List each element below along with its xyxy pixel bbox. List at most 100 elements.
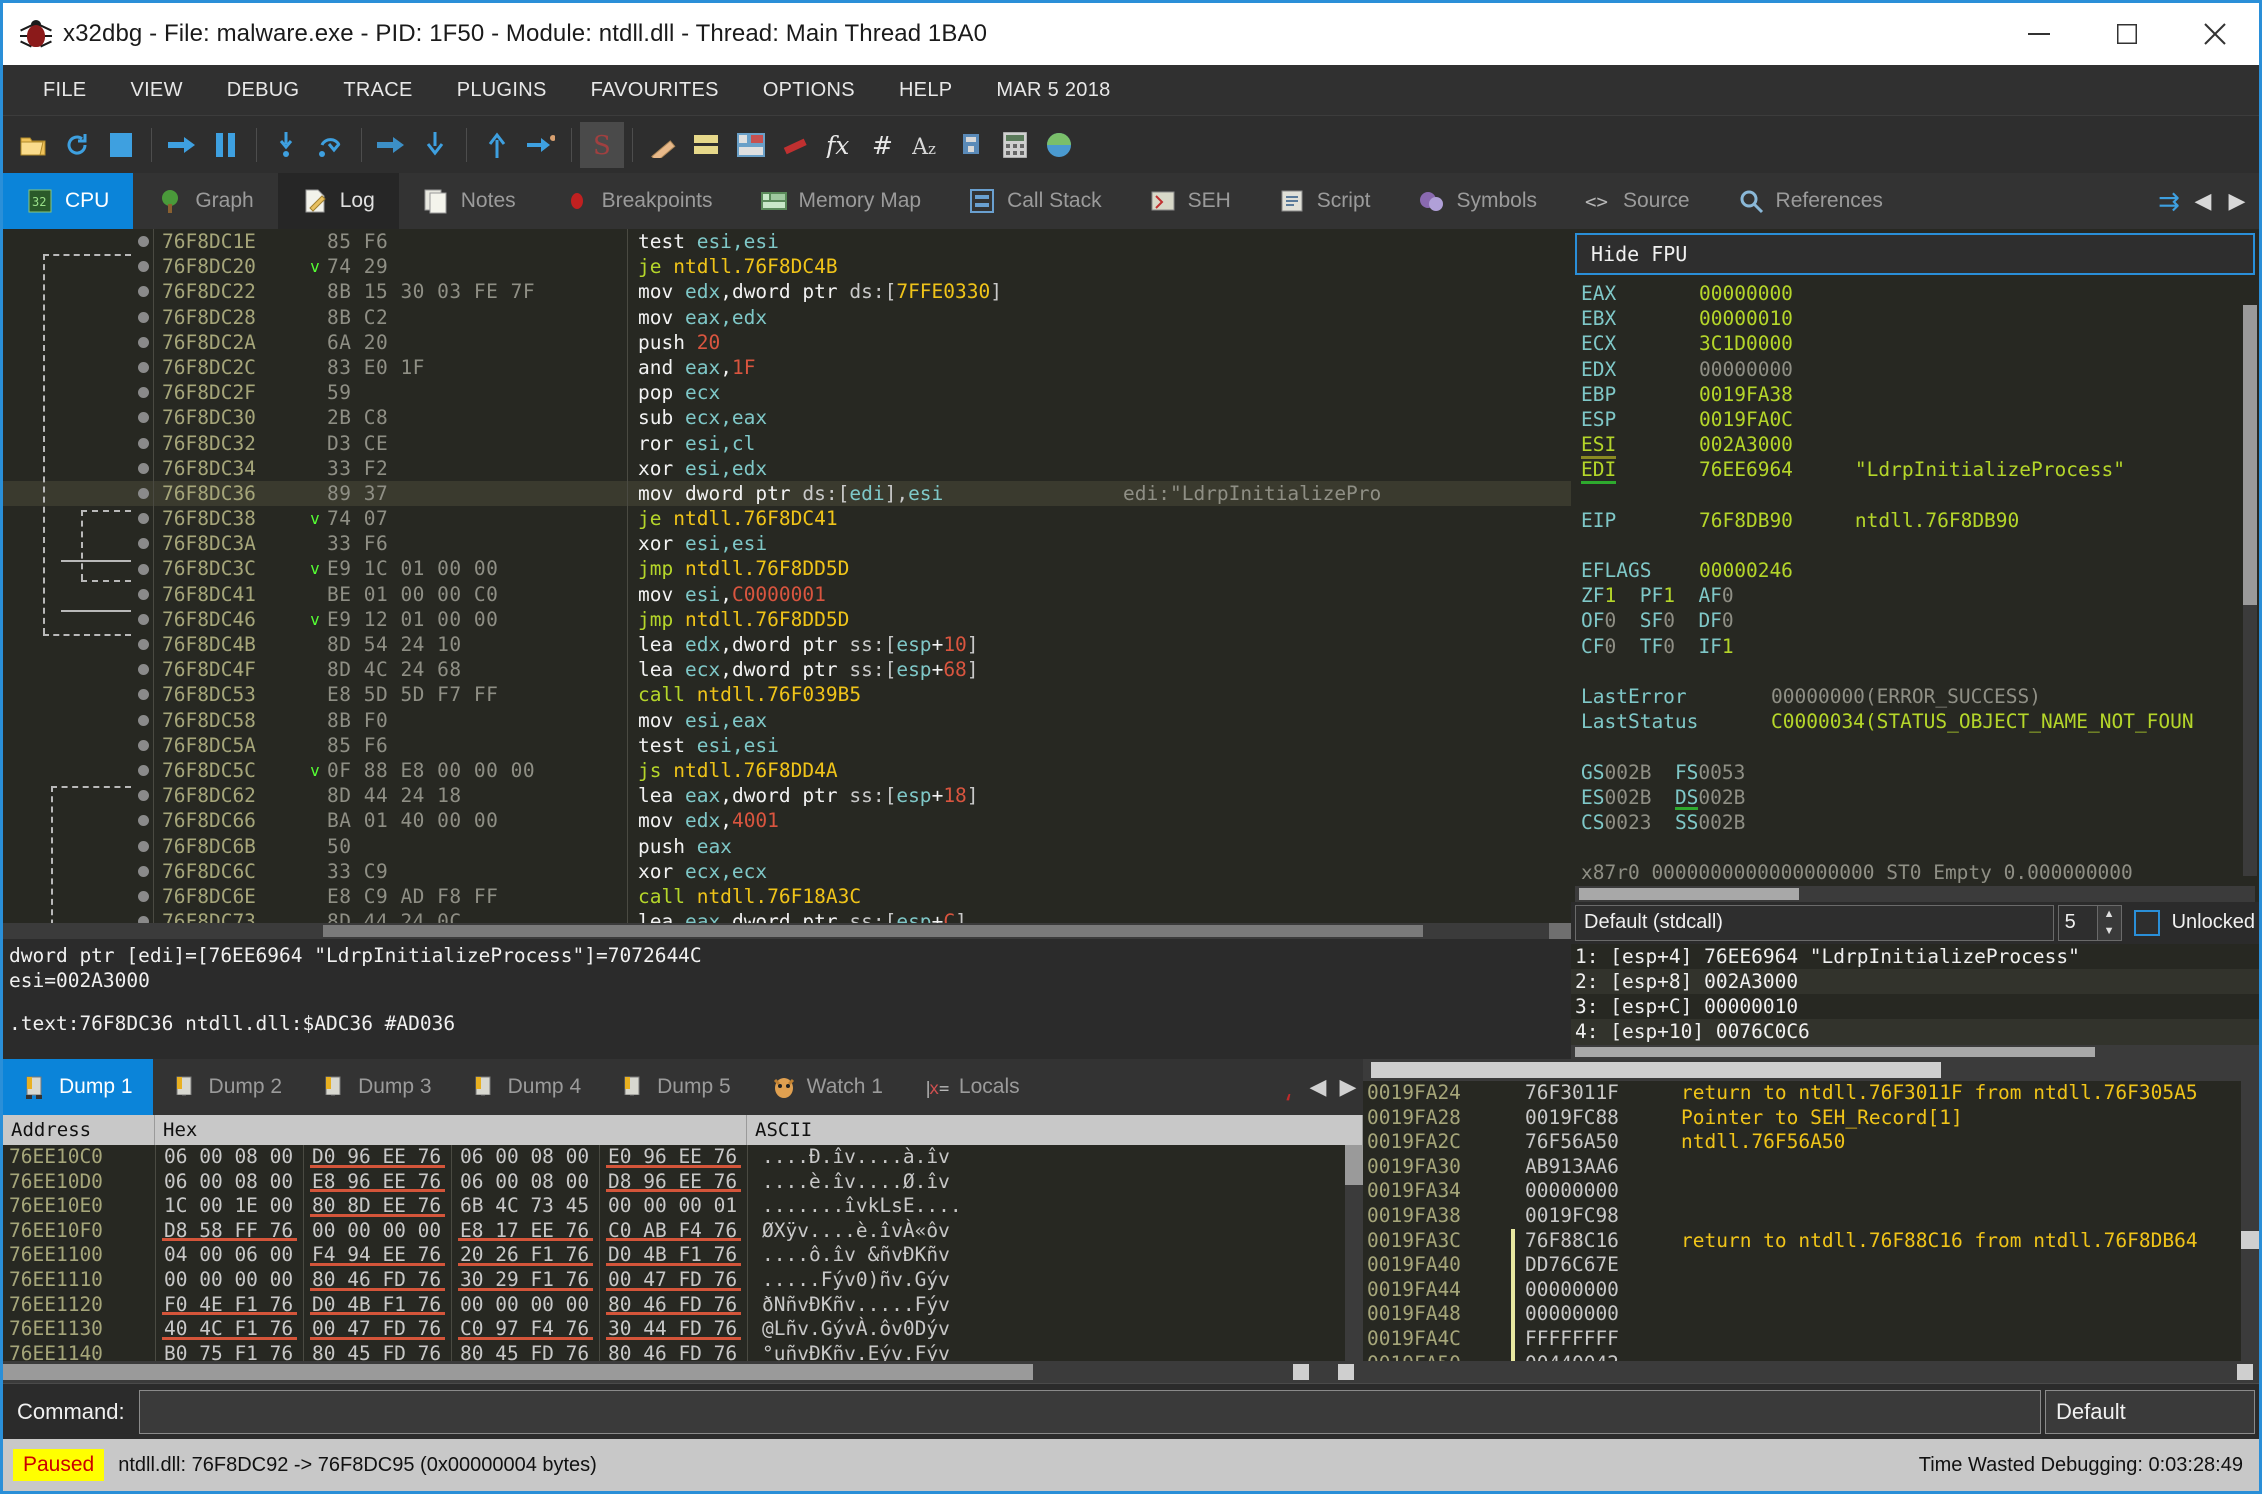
tab-references[interactable]: References bbox=[1714, 173, 1907, 229]
function-icon[interactable]: fx bbox=[817, 122, 861, 168]
registers-list[interactable]: EAX00000000EBX00000010ECX3C1D0000EDX0000… bbox=[1571, 275, 2259, 886]
disassembly-row[interactable]: 76F8DC2F59pop ecx bbox=[3, 380, 1571, 405]
register-row-eflags[interactable]: EFLAGS00000246 bbox=[1581, 558, 2259, 583]
disassembly-row[interactable]: 76F8DC66BA 01 40 00 00mov edx,4001 bbox=[3, 808, 1571, 833]
segment-value[interactable]: 0053 bbox=[1698, 760, 1745, 785]
disassembly-row[interactable]: 76F8DC41BE 01 00 00 C0mov esi,C0000001 bbox=[3, 582, 1571, 607]
disassembly-row[interactable]: 76F8DC3A33 F6xor esi,esi bbox=[3, 531, 1571, 556]
tab-memory-map[interactable]: Memory Map bbox=[737, 173, 946, 229]
register-row-ecx[interactable]: ECX3C1D0000 bbox=[1581, 331, 2259, 356]
breakpoint-dot[interactable] bbox=[133, 412, 153, 423]
dump-hex-group[interactable]: C0 97 F4 76 bbox=[451, 1317, 599, 1342]
flag-value[interactable]: 0 bbox=[1722, 583, 1734, 608]
tab-script[interactable]: Script bbox=[1255, 173, 1395, 229]
calling-convention-select[interactable]: Default (stdcall) bbox=[1575, 905, 2054, 941]
register-value[interactable]: 002A3000 bbox=[1699, 432, 1793, 457]
scroll-thumb[interactable] bbox=[1371, 1062, 1941, 1078]
dump-hex-group[interactable]: F4 94 EE 76 bbox=[303, 1243, 451, 1268]
stepper-down-icon[interactable]: ▼ bbox=[2098, 923, 2121, 940]
breakpoint-dot[interactable] bbox=[133, 614, 153, 625]
stack-value[interactable]: 0019FC98 bbox=[1519, 1204, 1669, 1229]
breakpoint-dot[interactable] bbox=[133, 261, 153, 272]
calculator-icon[interactable] bbox=[993, 122, 1037, 168]
disassembly-row[interactable]: 76F8DC3433 F2xor esi,edx bbox=[3, 456, 1571, 481]
chevron-left-icon[interactable]: ◀ bbox=[2187, 173, 2219, 229]
dump-ascii[interactable]: ØXÿv....è.îvÀ«ôv bbox=[747, 1219, 1363, 1244]
menu-plugins[interactable]: PLUGINS bbox=[435, 73, 569, 108]
registers-scrollbar[interactable] bbox=[2243, 305, 2257, 876]
tab-graph[interactable]: Graph bbox=[133, 173, 277, 229]
column-ascii[interactable]: ASCII bbox=[747, 1115, 1363, 1145]
last-error-row[interactable]: LastError00000000 (ERROR_SUCCESS) bbox=[1581, 684, 2259, 709]
chevron-right-icon[interactable]: ▶ bbox=[2221, 173, 2253, 229]
tab-source[interactable]: <> Source bbox=[1561, 173, 1714, 229]
register-value[interactable]: 00000000 bbox=[1771, 684, 1865, 709]
dump-hex-group[interactable]: 40 4C F1 76 bbox=[155, 1317, 303, 1342]
flag-value[interactable]: 1 bbox=[1722, 634, 1734, 659]
segment-value[interactable]: 002B bbox=[1698, 810, 1745, 835]
segment-value[interactable]: 002B bbox=[1604, 785, 1651, 810]
dump-hex-group[interactable]: 80 46 FD 76 bbox=[599, 1342, 747, 1361]
breakpoint-dot[interactable] bbox=[133, 916, 153, 923]
register-value[interactable]: 00000000 bbox=[1699, 281, 1793, 306]
dump-hex-group[interactable]: 6B 4C 73 45 bbox=[451, 1194, 599, 1219]
tab-notes[interactable]: Notes bbox=[399, 173, 540, 229]
chevron-right-icon[interactable]: ▶ bbox=[1333, 1059, 1363, 1115]
dump-row[interactable]: 76EE10F0D8 58 FF 7600 00 00 00E8 17 EE 7… bbox=[3, 1219, 1363, 1244]
restart-icon[interactable] bbox=[55, 122, 99, 168]
register-value[interactable]: 76F8DB90 bbox=[1699, 508, 1793, 533]
dump-hex-group[interactable]: 00 00 00 00 bbox=[155, 1268, 303, 1293]
stack-row[interactable]: 0019FA3C76F88C16return to ntdll.76F88C16… bbox=[1363, 1229, 2259, 1254]
register-row-esp[interactable]: ESP0019FA0C bbox=[1581, 407, 2259, 432]
flag-value[interactable]: 1 bbox=[1663, 583, 1675, 608]
argument-row[interactable]: 4: [esp+10] 0076C0C6 bbox=[1571, 1019, 2259, 1044]
breakpoint-dot[interactable] bbox=[133, 689, 153, 700]
last-status-row[interactable]: LastStatusC0000034 (STATUS_OBJECT_NAME_N… bbox=[1581, 709, 2259, 734]
stack-value[interactable]: 00000000 bbox=[1519, 1302, 1669, 1327]
dump-hex-group[interactable]: 06 00 08 00 bbox=[155, 1170, 303, 1195]
dump-hex-group[interactable]: 80 45 FD 76 bbox=[303, 1342, 451, 1361]
disassembly-row[interactable]: 76F8DC38v74 07je ntdll.76F8DC41 bbox=[3, 506, 1571, 531]
disassembly-row[interactable]: 76F8DC588B F0mov esi,eax bbox=[3, 708, 1571, 733]
dump-row[interactable]: 76EE111000 00 00 0080 46 FD 7630 29 F1 7… bbox=[3, 1268, 1363, 1293]
tab-symbols[interactable]: Symbols bbox=[1394, 173, 1561, 229]
tab-log[interactable]: Log bbox=[278, 173, 399, 229]
struct-icon[interactable]: ⸲ bbox=[1273, 1059, 1303, 1115]
flag-value[interactable]: 0 bbox=[1722, 608, 1734, 633]
disassembly-row[interactable]: 76F8DC738D 44 24 0Clea eax,dword ptr ss:… bbox=[3, 909, 1571, 923]
stack-value[interactable]: 00000000 bbox=[1519, 1278, 1669, 1303]
segment-row[interactable]: GS 002B FS 0053 bbox=[1581, 760, 2259, 785]
segment-row[interactable]: CS 0023 SS 002B bbox=[1581, 810, 2259, 835]
argument-row[interactable]: 3: [esp+C] 00000010 bbox=[1571, 994, 2259, 1019]
menu-view[interactable]: VIEW bbox=[108, 73, 204, 108]
dump-tab-dump-2[interactable]: Dump 2 bbox=[153, 1059, 303, 1115]
dump-hex-group[interactable]: 30 44 FD 76 bbox=[599, 1317, 747, 1342]
dump-hex-group[interactable]: E8 96 EE 76 bbox=[303, 1170, 451, 1195]
breakpoint-dot[interactable] bbox=[133, 438, 153, 449]
breakpoint-dot[interactable] bbox=[133, 362, 153, 373]
dump-row[interactable]: 76EE10E01C 00 1E 0080 8D EE 766B 4C 73 4… bbox=[3, 1194, 1363, 1219]
flags-row[interactable]: ZF 1 PF 1 AF 0 bbox=[1581, 583, 2259, 608]
flag-value[interactable]: 0 bbox=[1663, 634, 1675, 659]
menu-help[interactable]: HELP bbox=[877, 73, 974, 108]
breakpoint-dot[interactable] bbox=[133, 790, 153, 801]
pause-icon[interactable] bbox=[204, 122, 248, 168]
register-row-eax[interactable]: EAX00000000 bbox=[1581, 281, 2259, 306]
disassembly-row[interactable]: 76F8DC1E85 F6test esi,esi bbox=[3, 229, 1571, 254]
scroll-thumb[interactable] bbox=[1345, 1145, 1363, 1185]
dump-hex-group[interactable]: D0 96 EE 76 bbox=[303, 1145, 451, 1170]
register-spacer[interactable] bbox=[1581, 835, 2259, 860]
disassembly-row[interactable]: 76F8DC288B C2mov eax,edx bbox=[3, 305, 1571, 330]
dump-hex-group[interactable]: 80 46 FD 76 bbox=[303, 1268, 451, 1293]
dump-row[interactable]: 76EE113040 4C F1 7600 47 FD 76C0 97 F4 7… bbox=[3, 1317, 1363, 1342]
register-spacer[interactable] bbox=[1581, 483, 2259, 508]
disassembly-row[interactable]: 76F8DC6B50push eax bbox=[3, 834, 1571, 859]
register-row-ebp[interactable]: EBP0019FA38 bbox=[1581, 382, 2259, 407]
arguments-list[interactable]: 1: [esp+4] 76EE6964 "LdrpInitializeProce… bbox=[1571, 944, 2259, 1045]
dump-hex-group[interactable]: 1C 00 1E 00 bbox=[155, 1194, 303, 1219]
register-value[interactable]: 00000000 bbox=[1699, 357, 1793, 382]
arguments-hscrollbar[interactable] bbox=[1571, 1045, 2259, 1059]
dump-ascii[interactable]: .......îvkLsE.... bbox=[747, 1194, 1363, 1219]
stack-bottom-scrollbar[interactable] bbox=[1363, 1361, 2259, 1383]
stack-row[interactable]: 0019FA280019FC88Pointer to SEH_Record[1] bbox=[1363, 1106, 2259, 1131]
